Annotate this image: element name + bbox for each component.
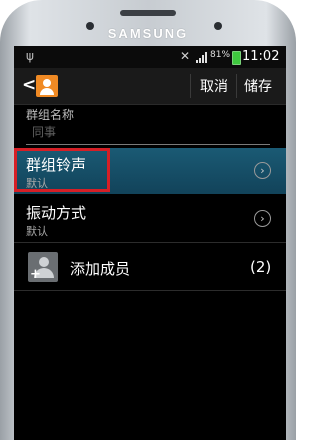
save-button[interactable]: 储存 bbox=[244, 76, 272, 96]
chevron-right-icon[interactable]: › bbox=[254, 162, 271, 179]
action-bar: < 取消 储存 bbox=[14, 68, 286, 105]
status-bar: ψ ✕ 81% 11:02 bbox=[14, 46, 286, 68]
add-member-label: 添加成员 bbox=[70, 260, 131, 278]
screen: ψ ✕ 81% 11:02 < 取消 储存 群组名称 同事 群组铃声 默认 › … bbox=[14, 46, 286, 440]
usb-icon: ψ bbox=[26, 49, 34, 63]
clock: 11:02 bbox=[242, 49, 280, 64]
mute-icon: ✕ bbox=[180, 49, 191, 63]
divider bbox=[14, 290, 286, 291]
divider bbox=[14, 242, 286, 243]
brand-logo: SAMSUNG bbox=[107, 26, 189, 41]
divider bbox=[190, 74, 191, 98]
battery-icon bbox=[232, 51, 241, 65]
add-person-icon: + bbox=[28, 252, 58, 282]
contact-group-icon bbox=[36, 75, 58, 97]
vibration-pattern-value: 默认 bbox=[26, 225, 48, 238]
signal-icon bbox=[196, 52, 207, 63]
member-count: (2) bbox=[250, 258, 272, 276]
battery-percent: 81% bbox=[210, 50, 231, 60]
earpiece-speaker bbox=[120, 10, 176, 16]
vibration-pattern-row[interactable]: 振动方式 默认 › bbox=[14, 196, 286, 242]
cancel-button[interactable]: 取消 bbox=[200, 76, 228, 96]
chevron-left-icon[interactable]: < bbox=[22, 75, 36, 95]
annotation-highlight-box bbox=[14, 148, 110, 192]
divider bbox=[236, 74, 237, 98]
group-name-placeholder: 同事 bbox=[32, 125, 57, 139]
add-member-row[interactable]: + 添加成员 (2) bbox=[14, 244, 286, 290]
chevron-right-icon[interactable]: › bbox=[254, 210, 271, 227]
vibration-pattern-title: 振动方式 bbox=[26, 204, 87, 222]
group-name-input[interactable]: 同事 bbox=[26, 120, 270, 145]
phone-frame: SAMSUNG ψ ✕ 81% 11:02 < 取消 储存 群组名称 同事 群组… bbox=[0, 0, 296, 440]
